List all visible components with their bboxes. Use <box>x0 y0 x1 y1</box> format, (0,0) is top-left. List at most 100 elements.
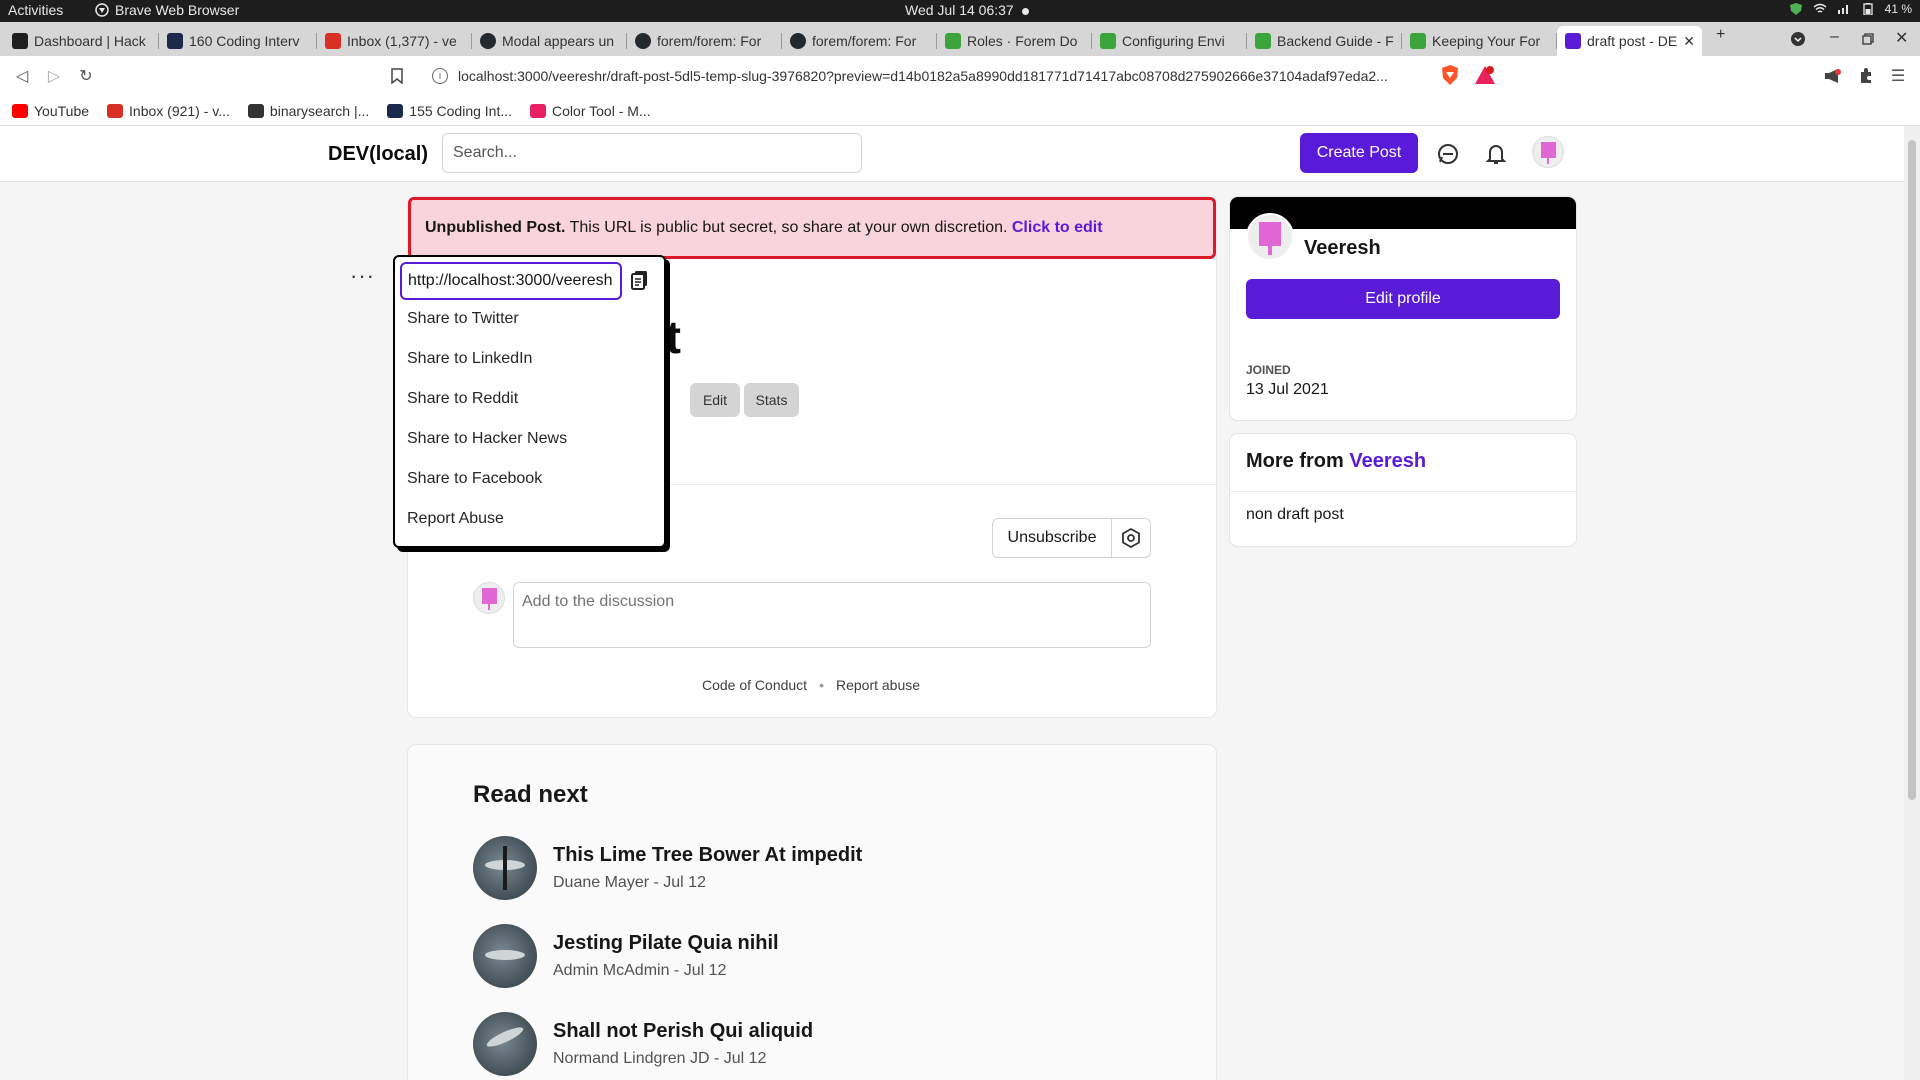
tab-0[interactable]: Dashboard | Hack <box>4 26 159 56</box>
forem-docs-icon <box>1255 33 1271 49</box>
read-next-title[interactable]: This Lime Tree Bower At impedit <box>553 844 862 867</box>
read-next-item[interactable]: This Lime Tree Bower At impedit Duane Ma… <box>473 836 1173 902</box>
bell-icon[interactable] <box>1482 140 1510 168</box>
tab-favicon-icon <box>12 33 28 49</box>
app-name: Brave Web Browser <box>115 2 240 18</box>
unsubscribe-button[interactable]: Unsubscribe <box>992 518 1112 558</box>
share-facebook[interactable]: Share to Facebook <box>407 470 542 488</box>
scrollbar-thumb[interactable] <box>1908 140 1916 800</box>
megaphone-icon[interactable] <box>1824 68 1842 84</box>
tab-3[interactable]: Modal appears un <box>472 26 627 56</box>
bullet: • <box>819 677 824 693</box>
site-header: DEV(local) Search... Create Post <box>0 126 1904 182</box>
tab-label: forem/forem: For <box>812 33 917 49</box>
share-reddit[interactable]: Share to Reddit <box>407 390 518 408</box>
read-next-meta: Duane Mayer - Jul 12 <box>553 874 706 891</box>
share-dropdown: http://localhost:3000/veeresh Share to T… <box>393 255 666 548</box>
back-icon[interactable]: ◁ <box>12 66 32 86</box>
comment-textarea[interactable]: Add to the discussion <box>513 582 1151 648</box>
tab-8[interactable]: Backend Guide - F <box>1247 26 1402 56</box>
tab-label: draft post - DE <box>1587 33 1678 49</box>
volume-icon <box>1837 5 1848 14</box>
reload-icon[interactable]: ↻ <box>76 66 96 86</box>
tab-active-draft-post[interactable]: draft post - DE ✕ <box>1557 26 1702 56</box>
tab-search-icon[interactable] <box>1790 31 1806 47</box>
click-to-edit-link[interactable]: Click to edit <box>1012 219 1103 236</box>
brave-rewards-icon[interactable] <box>1474 65 1496 85</box>
browser-menu-icon[interactable]: ☰ <box>1888 66 1908 86</box>
tab-label: 160 Coding Interv <box>189 33 300 49</box>
edit-profile-button[interactable]: Edit profile <box>1246 279 1560 319</box>
tab-5[interactable]: forem/forem: For <box>782 26 937 56</box>
window-close-icon[interactable]: ✕ <box>1895 28 1908 48</box>
edit-button[interactable]: Edit <box>690 383 740 417</box>
comment-avatar <box>473 582 505 614</box>
chat-icon[interactable] <box>1434 140 1462 168</box>
profile-name[interactable]: Veeresh <box>1304 237 1381 260</box>
forward-icon[interactable]: ▷ <box>44 66 64 86</box>
new-tab-button[interactable]: + <box>1716 26 1725 44</box>
dev-icon <box>1565 33 1581 49</box>
stats-button[interactable]: Stats <box>744 383 799 417</box>
subscription-settings-button[interactable] <box>1111 518 1151 558</box>
tab-close-icon[interactable]: ✕ <box>1683 33 1695 50</box>
activities-button[interactable]: Activities <box>8 2 63 18</box>
tab-7[interactable]: Configuring Envi <box>1092 26 1247 56</box>
more-options-icon[interactable]: ··· <box>350 263 375 289</box>
brave-shields-icon[interactable] <box>1440 64 1460 86</box>
share-url-input[interactable]: http://localhost:3000/veeresh <box>400 262 622 300</box>
page-scrollbar[interactable] <box>1904 126 1920 1080</box>
battery-percent: 41 % <box>1884 2 1912 16</box>
read-next-item[interactable]: Shall not Perish Qui aliquid Normand Lin… <box>473 1012 1173 1078</box>
bookmark-coding-interview[interactable]: 155 Coding Int... <box>387 103 512 119</box>
notification-dot-icon <box>1021 7 1029 15</box>
user-avatar[interactable] <box>1532 136 1564 168</box>
address-bar[interactable]: i localhost:3000/veereshr/draft-post-5dl… <box>412 60 1412 92</box>
clock[interactable]: Wed Jul 14 06:37 <box>905 2 1029 18</box>
tab-label: Inbox (1,377) - ve <box>347 33 457 49</box>
profile-avatar[interactable] <box>1246 213 1294 261</box>
report-abuse-link[interactable]: Report abuse <box>836 677 920 693</box>
tab-favicon-icon <box>167 33 183 49</box>
site-info-icon[interactable]: i <box>432 68 448 84</box>
wifi-icon <box>1813 3 1827 13</box>
app-menu[interactable]: Brave Web Browser <box>95 2 239 18</box>
minimize-icon[interactable]: – <box>1830 28 1839 46</box>
browser-toolbar: ◁ ▷ ↻ i localhost:3000/veereshr/draft-po… <box>0 56 1920 96</box>
tab-1[interactable]: 160 Coding Interv <box>159 26 317 56</box>
share-twitter[interactable]: Share to Twitter <box>407 310 519 328</box>
maximize-icon[interactable] <box>1862 33 1874 45</box>
bookmark-label: binarysearch |... <box>269 102 370 119</box>
bookmark-binarysearch[interactable]: binarysearch |... <box>247 102 370 119</box>
clock-text: Wed Jul 14 06:37 <box>905 2 1014 18</box>
code-of-conduct-link[interactable]: Code of Conduct <box>702 677 807 693</box>
unpublished-banner: Unpublished Post. This URL is public but… <box>408 197 1216 259</box>
bookmark-youtube[interactable]: YouTube <box>12 103 89 119</box>
tab-6[interactable]: Roles · Forem Do <box>937 26 1092 56</box>
tab-label: Keeping Your For <box>1432 33 1541 49</box>
tab-9[interactable]: Keeping Your For <box>1402 26 1557 56</box>
github-icon <box>480 33 496 49</box>
forem-docs-icon <box>1410 33 1426 49</box>
bookmark-icon[interactable] <box>391 68 403 84</box>
read-next-title[interactable]: Jesting Pilate Quia nihil <box>553 932 779 955</box>
bookmark-color-tool[interactable]: Color Tool - M... <box>530 103 651 119</box>
extensions-icon[interactable] <box>1858 68 1874 84</box>
gmail-icon <box>325 33 341 49</box>
read-next-item[interactable]: Jesting Pilate Quia nihil Admin McAdmin … <box>473 924 1173 990</box>
share-linkedin[interactable]: Share to LinkedIn <box>407 350 532 368</box>
report-abuse-item[interactable]: Report Abuse <box>407 510 504 528</box>
tab-2[interactable]: Inbox (1,377) - ve <box>317 26 472 56</box>
copy-icon[interactable] <box>628 268 652 292</box>
create-post-button[interactable]: Create Post <box>1300 133 1418 173</box>
system-tray[interactable]: 41 % <box>1789 2 1912 16</box>
share-hacker-news[interactable]: Share to Hacker News <box>407 430 567 448</box>
site-logo[interactable]: DEV(local) <box>328 143 428 166</box>
more-from-item[interactable]: non draft post <box>1246 506 1344 524</box>
bookmarks-bar: YouTube Inbox (921) - v... binarysearch … <box>0 96 1920 126</box>
read-next-title[interactable]: Shall not Perish Qui aliquid <box>553 1020 813 1043</box>
more-from-user-link[interactable]: Veeresh <box>1349 450 1426 472</box>
tab-4[interactable]: forem/forem: For <box>627 26 782 56</box>
bookmark-inbox[interactable]: Inbox (921) - v... <box>107 103 230 119</box>
search-input[interactable]: Search... <box>442 133 862 173</box>
